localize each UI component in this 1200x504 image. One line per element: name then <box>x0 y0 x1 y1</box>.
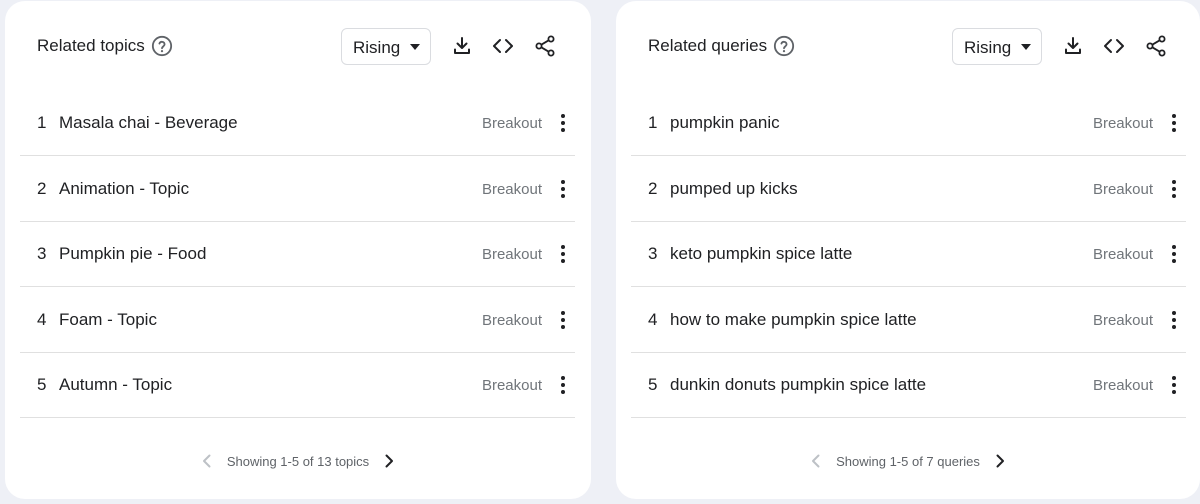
view-dropdown[interactable]: Rising <box>952 28 1042 65</box>
list-item[interactable]: 5 Autumn - Topic Breakout <box>20 353 575 418</box>
rank-number: 2 <box>648 179 658 198</box>
caret-down-icon <box>1021 44 1031 50</box>
topic-label[interactable]: Masala chai - Beverage <box>59 113 238 133</box>
chevron-right-icon[interactable] <box>379 451 399 471</box>
more-vert-icon[interactable] <box>551 308 575 332</box>
view-dropdown[interactable]: Rising <box>341 28 431 65</box>
more-vert-icon[interactable] <box>1162 177 1186 201</box>
list-item[interactable]: 5 dunkin donuts pumpkin spice latte Brea… <box>631 353 1186 418</box>
breakout-value: Breakout <box>1092 181 1153 198</box>
topic-label[interactable]: Foam - Topic <box>59 310 157 330</box>
list-item[interactable]: 4 how to make pumpkin spice latte Breako… <box>631 288 1186 353</box>
dropdown-value: Rising <box>353 38 401 57</box>
more-vert-icon[interactable] <box>551 242 575 266</box>
breakout-value: Breakout <box>481 246 542 263</box>
list-item[interactable]: 1 pumpkin panic Breakout <box>631 91 1186 156</box>
download-icon[interactable] <box>1061 34 1085 58</box>
topic-label[interactable]: Pumpkin pie - Food <box>59 244 206 264</box>
embed-code-icon[interactable] <box>1102 34 1126 58</box>
rank-number: 1 <box>648 113 658 132</box>
chevron-right-icon[interactable] <box>990 451 1010 471</box>
more-vert-icon[interactable] <box>1162 308 1186 332</box>
breakout-value: Breakout <box>1092 377 1153 394</box>
breakout-value: Breakout <box>1092 246 1153 263</box>
more-vert-icon[interactable] <box>1162 111 1186 135</box>
more-vert-icon[interactable] <box>1162 373 1186 397</box>
more-vert-icon[interactable] <box>551 177 575 201</box>
topic-label[interactable]: Autumn - Topic <box>59 375 172 395</box>
breakout-value: Breakout <box>481 115 542 132</box>
rank-number: 1 <box>37 113 47 132</box>
pagination-text: Showing 1-5 of 7 queries <box>836 453 980 469</box>
rank-number: 4 <box>648 310 658 329</box>
chevron-left-icon[interactable] <box>806 451 826 471</box>
rank-number: 3 <box>37 244 47 263</box>
rank-number: 3 <box>648 244 658 263</box>
query-label[interactable]: pumped up kicks <box>670 179 798 199</box>
list-item[interactable]: 2 Animation - Topic Breakout <box>20 157 575 222</box>
list-item[interactable]: 4 Foam - Topic Breakout <box>20 288 575 353</box>
query-label[interactable]: pumpkin panic <box>670 113 780 133</box>
pagination-text: Showing 1-5 of 13 topics <box>226 453 370 469</box>
query-label[interactable]: keto pumpkin spice latte <box>670 244 852 264</box>
panel-title: Related queries <box>648 36 768 55</box>
panel-header: Related queries Rising <box>616 1 1200 91</box>
dropdown-value: Rising <box>964 38 1012 57</box>
breakout-value: Breakout <box>481 181 542 198</box>
breakout-value: Breakout <box>481 377 542 394</box>
breakout-value: Breakout <box>1092 115 1153 132</box>
share-icon[interactable] <box>533 34 557 58</box>
embed-code-icon[interactable] <box>491 34 515 58</box>
breakout-value: Breakout <box>1092 312 1153 329</box>
related-topics-panel: Related topics Rising 1 Masala chai - Be… <box>5 1 591 499</box>
rank-number: 5 <box>37 375 47 394</box>
list-item[interactable]: 3 keto pumpkin spice latte Breakout <box>631 222 1186 287</box>
help-circle-icon[interactable] <box>773 35 795 57</box>
rank-number: 4 <box>37 310 47 329</box>
share-icon[interactable] <box>1144 34 1168 58</box>
list-item[interactable]: 1 Masala chai - Beverage Breakout <box>20 91 575 156</box>
pagination: Showing 1-5 of 13 topics <box>5 451 591 475</box>
panel-header: Related topics Rising <box>5 1 591 91</box>
rank-number: 2 <box>37 179 47 198</box>
panel-title: Related topics <box>37 36 145 55</box>
download-icon[interactable] <box>450 34 474 58</box>
pagination: Showing 1-5 of 7 queries <box>616 451 1200 475</box>
more-vert-icon[interactable] <box>551 373 575 397</box>
caret-down-icon <box>410 44 420 50</box>
chevron-left-icon[interactable] <box>197 451 217 471</box>
query-label[interactable]: how to make pumpkin spice latte <box>670 310 917 330</box>
list-item[interactable]: 2 pumped up kicks Breakout <box>631 157 1186 222</box>
related-queries-panel: Related queries Rising 1 pumpkin panic B… <box>616 1 1200 499</box>
query-label[interactable]: dunkin donuts pumpkin spice latte <box>670 375 926 395</box>
rank-number: 5 <box>648 375 658 394</box>
more-vert-icon[interactable] <box>551 111 575 135</box>
more-vert-icon[interactable] <box>1162 242 1186 266</box>
topic-label[interactable]: Animation - Topic <box>59 179 189 199</box>
help-circle-icon[interactable] <box>151 35 173 57</box>
breakout-value: Breakout <box>481 312 542 329</box>
list-item[interactable]: 3 Pumpkin pie - Food Breakout <box>20 222 575 287</box>
